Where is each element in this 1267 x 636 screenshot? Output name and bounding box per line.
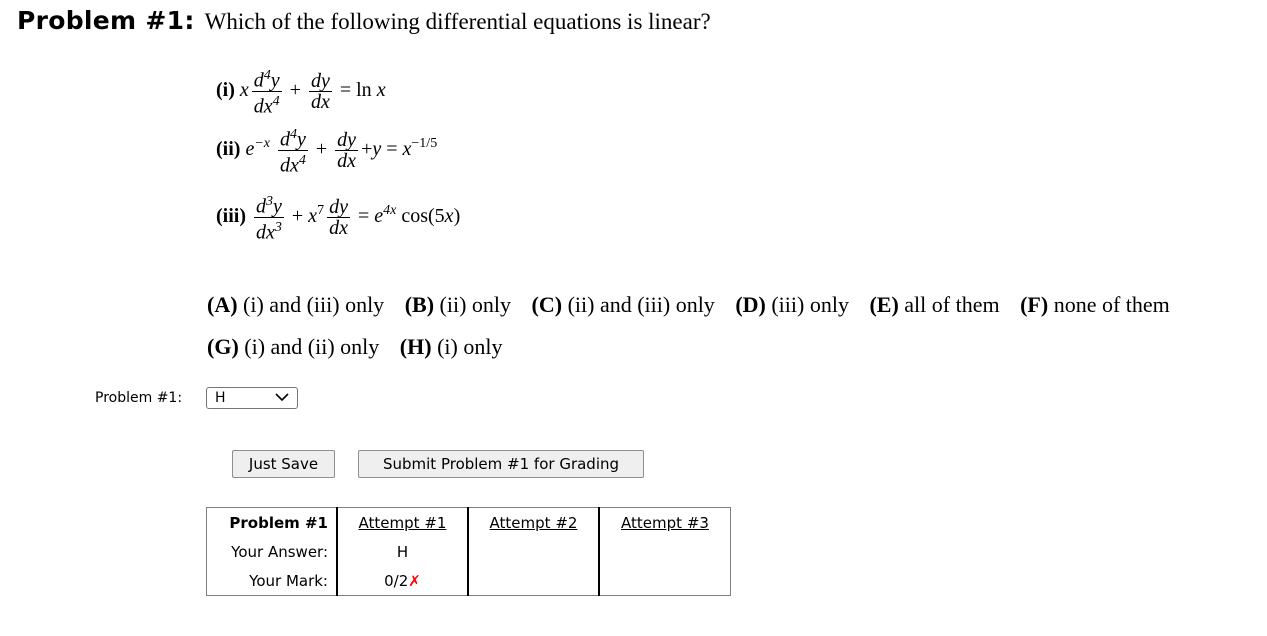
- fraction: d4y dx4: [251, 68, 282, 118]
- fraction: dy dx: [308, 69, 332, 113]
- attempt-3-answer: [599, 537, 731, 566]
- math-term: cos(5: [401, 204, 445, 227]
- option-a: (A) (i) and (iii) only: [207, 292, 385, 317]
- attempt-3-link[interactable]: Attempt #3: [599, 508, 731, 538]
- option-h: (H) (i) only: [399, 334, 503, 359]
- problem-header: Problem #1: Which of the following diffe…: [17, 6, 711, 35]
- math-op: +: [291, 204, 304, 227]
- math-exponent: 7: [317, 203, 325, 219]
- equation-iii: (iii) d3y dx3 + x7 dy dx = e4x cos(5x): [216, 192, 460, 242]
- table-row: Problem #1 Attempt #1 Attempt #2 Attempt…: [206, 507, 731, 538]
- math-term: ): [453, 204, 461, 227]
- equation-i: (i) x d4y dx4 + dy dx = ln x: [216, 66, 386, 116]
- just-save-button[interactable]: Just Save: [232, 450, 335, 478]
- math-term: e: [245, 137, 255, 160]
- answer-select[interactable]: H: [206, 387, 298, 409]
- attempt-1-link[interactable]: Attempt #1: [337, 507, 469, 537]
- math-exponent: −x: [254, 136, 270, 152]
- options-row-1: (A) (i) and (iii) only (B) (ii) only (C)…: [207, 292, 1185, 318]
- option-f: (F) none of them: [1020, 292, 1170, 317]
- option-g: (G) (i) and (ii) only: [207, 334, 380, 359]
- math-op: =: [339, 78, 352, 101]
- math-term: e: [374, 204, 384, 227]
- math-term: x: [239, 78, 249, 101]
- math-exponent: −1/5: [411, 136, 438, 152]
- fraction: d3y dx3: [254, 194, 284, 244]
- answer-label: Problem #1:: [95, 390, 183, 406]
- attempt-3-mark: [599, 566, 731, 596]
- selected-value: H: [215, 390, 226, 406]
- your-answer-label: Your Answer:: [206, 537, 338, 566]
- attempt-2-link[interactable]: Attempt #2: [468, 507, 600, 537]
- table-row: Your Answer: H: [206, 537, 731, 566]
- attempt-1-answer: H: [337, 537, 469, 566]
- math-term: ln: [356, 78, 372, 101]
- math-op: +: [315, 137, 328, 160]
- math-term: y: [372, 137, 382, 160]
- option-e: (E) all of them: [869, 292, 1000, 317]
- attempt-2-mark: [468, 566, 600, 596]
- problem-number: Problem #1:: [17, 6, 195, 35]
- table-row: Your Mark: 0/2✗: [206, 566, 731, 596]
- attempt-1-mark: 0/2✗: [337, 566, 469, 596]
- math-exponent: 4x: [383, 203, 397, 219]
- options-row-2: (G) (i) and (ii) only (H) (i) only: [207, 334, 517, 360]
- equation-label: (ii): [216, 137, 241, 160]
- problem-question: Which of the following differential equa…: [204, 9, 711, 34]
- wrong-x-icon: ✗: [408, 571, 421, 590]
- math-op: +: [361, 137, 373, 160]
- equation-ii: (ii) e−x d4y dx4 + dy dx +y = x−1/5: [216, 125, 437, 175]
- submit-for-grading-button[interactable]: Submit Problem #1 for Grading: [358, 450, 644, 478]
- fraction: d4y dx4: [278, 127, 308, 177]
- option-d: (D) (iii) only: [735, 292, 849, 317]
- math-op: =: [386, 137, 398, 160]
- math-term: x: [444, 204, 454, 227]
- math-op: =: [357, 204, 370, 227]
- math-op: +: [289, 78, 301, 101]
- chevron-down-icon: [275, 390, 289, 408]
- attempt-2-answer: [468, 537, 600, 566]
- table-header-problem: Problem #1: [206, 507, 338, 537]
- fraction: dy dx: [335, 128, 359, 172]
- equation-label: (i): [216, 78, 235, 101]
- attempts-table: Problem #1 Attempt #1 Attempt #2 Attempt…: [206, 507, 731, 596]
- math-term: x: [376, 78, 386, 101]
- option-c: (C) (ii) and (iii) only: [531, 292, 715, 317]
- math-term: x: [308, 204, 318, 227]
- your-mark-label: Your Mark:: [206, 566, 338, 596]
- option-b: (B) (ii) only: [404, 292, 512, 317]
- fraction: dy dx: [327, 195, 350, 239]
- equation-label: (iii): [216, 204, 246, 227]
